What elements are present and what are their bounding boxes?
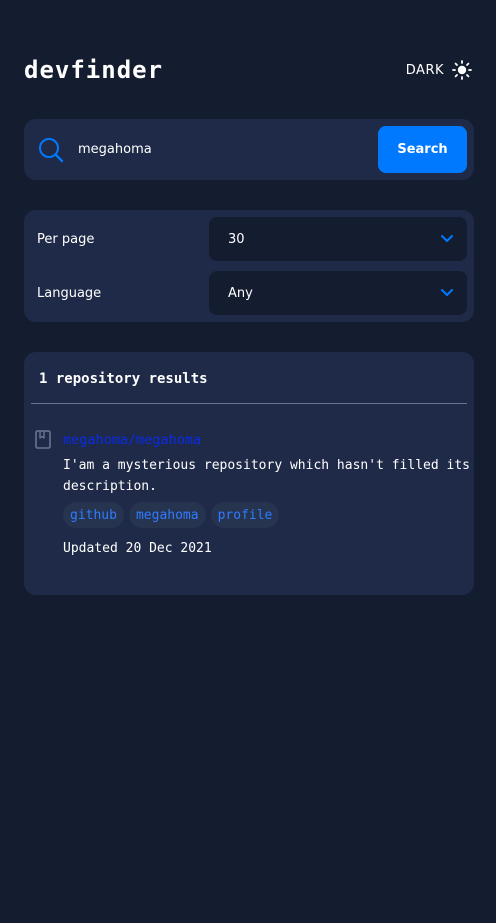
results-panel: 1 repository results megahoma/megahoma I… — [24, 352, 474, 595]
topic-tag[interactable]: profile — [210, 502, 280, 528]
filters-panel: Per page 30 Language Any — [24, 210, 474, 322]
language-select[interactable]: Any — [209, 271, 467, 315]
repo-link[interactable]: megahoma/megahoma — [63, 432, 201, 448]
repo-topics: github megahoma profile — [63, 502, 280, 528]
theme-label: DARK — [405, 62, 444, 78]
results-divider — [31, 403, 467, 404]
topic-tag[interactable]: github — [63, 502, 124, 528]
chevron-down-icon — [441, 232, 453, 247]
language-label: Language — [37, 285, 102, 301]
search-bar: Search — [24, 119, 474, 180]
theme-toggle[interactable]: DARK — [406, 60, 472, 80]
repo-updated: Updated 20 Dec 2021 — [63, 541, 212, 556]
sun-icon — [452, 60, 472, 80]
topic-tag[interactable]: megahoma — [128, 502, 206, 528]
filter-per-page: Per page 30 — [24, 217, 474, 261]
search-input[interactable] — [78, 142, 378, 157]
chevron-down-icon — [441, 286, 453, 301]
book-icon — [35, 430, 51, 453]
per-page-select[interactable]: 30 — [209, 217, 467, 261]
search-icon — [38, 137, 64, 163]
language-value: Any — [228, 285, 253, 301]
repo-description: I'am a mysterious repository which hasn'… — [63, 458, 470, 494]
app-logo: devfinder — [24, 56, 164, 84]
filter-language: Language Any — [24, 271, 474, 315]
app-page: devfinder DARK megahoma Search Per page … — [0, 0, 496, 923]
header: devfinder DARK — [24, 52, 472, 88]
search-button[interactable]: Search — [378, 126, 467, 173]
per-page-value: 30 — [228, 231, 245, 247]
results-title: 1 repository results — [39, 371, 208, 387]
per-page-label: Per page — [37, 231, 95, 247]
